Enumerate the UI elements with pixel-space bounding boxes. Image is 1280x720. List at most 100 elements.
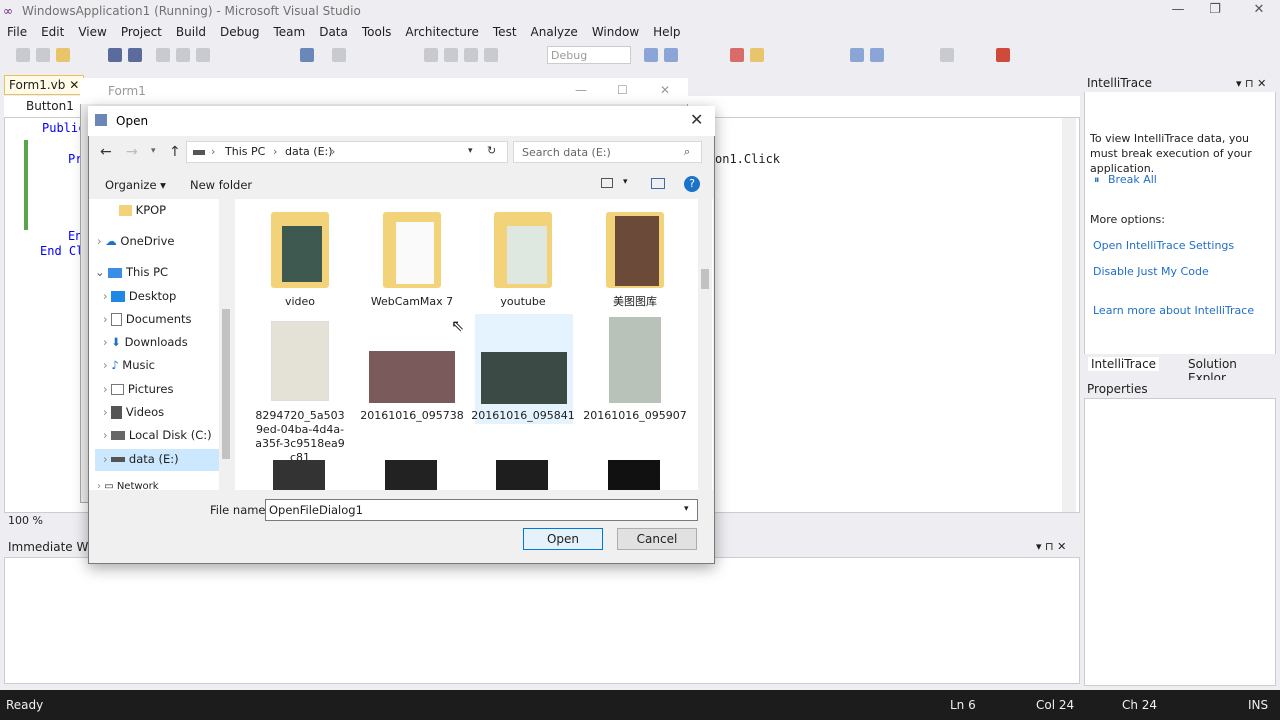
zoom-level[interactable]: 100 % <box>8 514 43 527</box>
redo-icon[interactable] <box>332 48 346 62</box>
toolbar-tool-icon[interactable] <box>940 48 954 62</box>
image-thumbnail[interactable] <box>496 460 548 490</box>
menu-team[interactable]: Team <box>266 22 312 39</box>
change-view-icon[interactable] <box>601 178 613 188</box>
pin-icon[interactable]: ▾ ⊓ ✕ <box>1036 540 1066 553</box>
break-all-link[interactable]: Break All <box>1108 173 1157 186</box>
stop-debugging-icon[interactable] <box>464 48 478 62</box>
maximize-button[interactable]: ❐ <box>1203 2 1227 20</box>
image-tile[interactable] <box>244 317 356 403</box>
close-tab-icon[interactable]: ✕ <box>69 78 79 92</box>
tree-item-downloads[interactable]: › ⬇ Downloads <box>103 335 188 357</box>
open-intellitrace-settings-link[interactable]: Open IntelliTrace Settings <box>1093 239 1234 252</box>
menu-view[interactable]: View <box>71 22 113 39</box>
tree-scrollbar[interactable] <box>219 199 233 490</box>
immediate-window[interactable] <box>4 557 1080 684</box>
tree-item-data-e[interactable]: › data (E:) <box>95 449 219 471</box>
restart-icon[interactable] <box>484 48 498 62</box>
tree-item-onedrive[interactable]: › ☁ OneDrive <box>97 234 175 256</box>
toolbar-tool-icon[interactable] <box>644 48 658 62</box>
back-button[interactable]: ← <box>100 144 112 160</box>
open-button[interactable]: Open <box>523 528 603 550</box>
preview-pane-icon[interactable] <box>651 178 665 189</box>
learn-more-link[interactable]: Learn more about IntelliTrace <box>1093 304 1254 317</box>
close-button[interactable]: ✕ <box>1247 2 1271 20</box>
tree-item-desktop[interactable]: › Desktop <box>103 289 176 311</box>
minimize-button[interactable]: — <box>1166 2 1190 20</box>
address-bar[interactable]: › This PC › data (E:) › ▾ ↻ <box>186 141 508 163</box>
continue-icon[interactable] <box>424 48 438 62</box>
tab-form1-vb[interactable]: Form1.vb ✕ <box>4 75 85 95</box>
class-dropdown[interactable]: Button1 <box>10 99 74 115</box>
toolbar-tool-icon[interactable] <box>850 48 864 62</box>
toolbar-tool-icon[interactable] <box>870 48 884 62</box>
menu-project[interactable]: Project <box>114 22 169 39</box>
breadcrumb-this-pc[interactable]: This PC <box>225 145 265 158</box>
new-folder-button[interactable]: New folder <box>190 178 252 192</box>
menu-debug[interactable]: Debug <box>213 22 266 39</box>
cancel-button[interactable]: Cancel <box>617 528 697 550</box>
toolbar-tool-icon[interactable] <box>750 48 764 62</box>
paste-icon[interactable] <box>196 48 210 62</box>
search-input[interactable]: Search data (E:) ⌕ <box>513 141 702 163</box>
forward-button[interactable]: → <box>126 144 138 160</box>
chevron-down-icon[interactable]: ▾ <box>684 504 689 514</box>
menu-edit[interactable]: Edit <box>34 22 71 39</box>
tree-item-pictures[interactable]: › Pictures <box>103 382 173 404</box>
undo-icon[interactable] <box>300 48 314 62</box>
up-button[interactable]: ↑ <box>169 144 181 160</box>
pin-icon[interactable]: ▾ ⊓ ✕ <box>1236 77 1266 90</box>
tree-item-this-pc[interactable]: ⌄ This PC <box>95 265 168 287</box>
add-item-icon[interactable] <box>36 48 50 62</box>
image-thumbnail[interactable] <box>608 460 660 490</box>
dialog-close-button[interactable]: ✕ <box>690 110 703 129</box>
tree-item-documents[interactable]: › Documents <box>103 312 192 334</box>
folder-tile[interactable] <box>356 208 468 308</box>
open-file-icon[interactable] <box>56 48 70 62</box>
menu-tools[interactable]: Tools <box>355 22 399 39</box>
menu-test[interactable]: Test <box>486 22 524 39</box>
save-icon[interactable] <box>108 48 122 62</box>
refresh-icon[interactable]: ↻ <box>487 144 496 157</box>
break-all-icon[interactable] <box>444 48 458 62</box>
image-thumbnail[interactable] <box>273 460 325 490</box>
menu-analyze[interactable]: Analyze <box>524 22 585 39</box>
view-options-dropdown-icon[interactable]: ▾ <box>623 177 628 187</box>
toolbar-tool-icon[interactable] <box>730 48 744 62</box>
new-project-icon[interactable] <box>16 48 30 62</box>
address-dropdown-icon[interactable]: ▾ <box>468 146 473 156</box>
form1-close-button[interactable]: ✕ <box>660 83 670 97</box>
menu-window[interactable]: Window <box>585 22 646 39</box>
solution-configuration-select[interactable]: Debug <box>547 46 631 64</box>
form1-maximize-button[interactable]: ☐ <box>617 83 628 97</box>
disable-just-my-code-link[interactable]: Disable Just My Code <box>1093 265 1209 278</box>
organize-button[interactable]: Organize ▾ <box>105 178 166 192</box>
tab-intellitrace[interactable]: IntelliTrace <box>1088 357 1160 371</box>
save-all-icon[interactable] <box>128 48 142 62</box>
menu-build[interactable]: Build <box>169 22 213 39</box>
breadcrumb-data-e[interactable]: data (E:) <box>285 145 333 158</box>
image-tile[interactable] <box>579 317 691 403</box>
image-tile[interactable] <box>475 314 573 424</box>
help-icon[interactable]: ? <box>684 176 700 192</box>
form1-minimize-button[interactable]: — <box>575 83 587 97</box>
recent-locations-button[interactable]: ▾ <box>151 146 156 156</box>
file-name-field[interactable]: OpenFileDialog1 ▾ <box>265 499 698 521</box>
tree-item-music[interactable]: › ♪ Music <box>103 358 155 380</box>
menu-file[interactable]: File <box>0 22 34 39</box>
folder-tile[interactable] <box>579 208 691 308</box>
menu-architecture[interactable]: Architecture <box>398 22 485 39</box>
menu-help[interactable]: Help <box>646 22 687 39</box>
copy-icon[interactable] <box>176 48 190 62</box>
file-list-scrollbar[interactable] <box>698 199 712 490</box>
editor-scrollbar[interactable] <box>1062 118 1076 512</box>
tree-item-network[interactable]: › ▭ Network <box>97 481 159 490</box>
toolbar-tool-icon[interactable] <box>996 48 1010 62</box>
folder-tile[interactable] <box>244 208 356 308</box>
tree-item-local-disk-c[interactable]: › Local Disk (C:) <box>103 428 212 450</box>
menu-data[interactable]: Data <box>312 22 355 39</box>
folder-tile[interactable] <box>467 208 579 308</box>
properties-panel[interactable] <box>1084 398 1276 686</box>
cut-icon[interactable] <box>156 48 170 62</box>
toolbar-tool-icon[interactable] <box>664 48 678 62</box>
